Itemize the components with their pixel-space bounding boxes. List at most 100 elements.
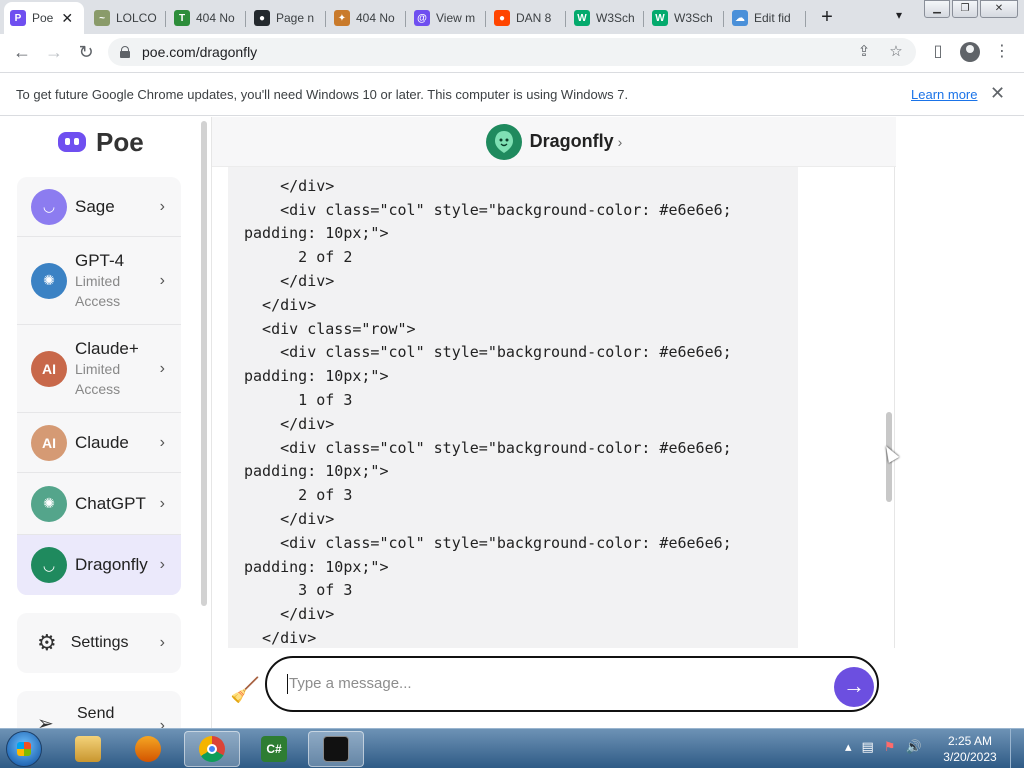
url-text[interactable]: poe.com/dragonfly — [142, 44, 257, 60]
browser-tab[interactable]: ● DAN 8 — [488, 4, 566, 32]
restore-button[interactable]: ❐ — [952, 0, 978, 18]
sidebar-bot-chatgpt[interactable]: ✺ ChatGPT › — [17, 473, 181, 535]
media-player-taskbar-icon[interactable] — [120, 731, 176, 767]
code-line: <div class="col" style="background-color… — [244, 533, 732, 552]
start-button[interactable] — [6, 731, 42, 767]
tab-title: LOLCO — [116, 11, 157, 25]
bot-names: GPT-4 Limited Access — [75, 251, 135, 311]
sidebar-scrollbar[interactable] — [201, 121, 207, 606]
chevron-right-icon: › — [159, 271, 165, 289]
browser-tab[interactable]: ☁ Edit fid — [726, 4, 806, 32]
send-feedback-button[interactable]: ➢ Send › — [17, 691, 181, 728]
reload-icon[interactable]: ↻ — [74, 40, 98, 64]
browser-tab[interactable]: W W3Sch — [568, 4, 644, 32]
tab-separator — [245, 11, 246, 27]
bot-names: Claude+ Limited Access — [75, 339, 139, 399]
forward-icon[interactable]: → — [42, 40, 66, 64]
bookmark-star-icon[interactable]: ☆ — [886, 42, 906, 62]
tab-close-icon[interactable]: ✕ — [61, 10, 73, 27]
tab-search-chevron-icon[interactable]: ▾ — [896, 8, 902, 22]
send-label: Send — [77, 705, 115, 722]
lock-icon[interactable] — [120, 46, 130, 58]
show-desktop-button[interactable] — [1010, 729, 1024, 768]
tab-favicon-icon: ✦ — [334, 10, 350, 26]
chat-header[interactable]: Dragonfly › — [212, 117, 896, 167]
explorer-taskbar-icon[interactable] — [60, 731, 116, 767]
settings-label: Settings — [70, 634, 129, 651]
bot-avatar-icon: ✺ — [31, 262, 67, 299]
infobar-message: To get future Google Chrome updates, you… — [16, 87, 629, 102]
bot-names: Sage — [75, 197, 115, 217]
code-line: <div class="col" style="background-color… — [244, 200, 732, 219]
minimize-button[interactable]: ▁ — [924, 0, 950, 18]
code-line: 1 of 2 — [244, 167, 352, 171]
chrome-taskbar-icon[interactable] — [184, 731, 240, 767]
bot-names: ChatGPT — [75, 494, 146, 514]
tab-favicon-icon: T — [174, 10, 190, 26]
system-tray: ▴ ▤ ⚑ 🔊 — [845, 739, 922, 755]
chevron-right-icon: › — [159, 634, 165, 651]
code-line: </div> — [244, 510, 335, 528]
profile-icon[interactable] — [958, 40, 982, 64]
bot-avatar-icon: AI — [31, 424, 67, 461]
message-input[interactable]: Type a message... → — [265, 656, 879, 712]
sidebar-bot-sage[interactable]: ◡ Sage › — [17, 177, 181, 237]
address-bar[interactable]: poe.com/dragonfly ⇪ ☆ — [108, 38, 916, 66]
browser-tab[interactable]: W W3Sch — [646, 4, 724, 32]
bot-access-note: Limited Access — [75, 272, 121, 309]
code-line: 2 of 2 — [244, 248, 353, 267]
sidebar-bot-claude-[interactable]: AI Claude+ Limited Access › — [17, 325, 181, 413]
tab-separator — [805, 11, 806, 27]
network-icon[interactable]: ▤ — [862, 739, 874, 755]
browser-tab[interactable]: ✦ 404 No — [328, 4, 406, 32]
cmd-taskbar-icon[interactable] — [308, 731, 364, 767]
code-line: padding: 10px;"> — [244, 557, 389, 576]
tab-favicon-icon: ☁ — [732, 10, 748, 26]
gear-icon: ⚙ — [37, 630, 57, 655]
code-line: padding: 10px;"> — [244, 367, 389, 386]
code-line: </div> — [244, 176, 335, 195]
chevron-right-icon: › — [159, 717, 165, 728]
side-panel-icon[interactable]: ▯ — [926, 40, 950, 64]
poe-logo-text: Poe — [96, 127, 144, 157]
poe-logo-icon — [56, 130, 88, 156]
clock[interactable]: 2:25 AM 3/20/2023 — [940, 733, 1000, 765]
chevron-right-icon: › — [159, 494, 165, 512]
menu-dots-icon[interactable]: ⋮ — [990, 40, 1014, 64]
bot-name: ChatGPT — [75, 493, 146, 513]
message-composer: 🧹 Type a message... → — [212, 648, 896, 728]
share-icon[interactable]: ⇪ — [854, 42, 874, 62]
window-close-button[interactable]: ✕ — [980, 0, 1018, 18]
action-center-icon[interactable]: ⚑ — [884, 739, 896, 755]
message-placeholder: Type a message... — [289, 675, 412, 692]
csharp-ide-taskbar-icon[interactable]: C# — [246, 731, 302, 767]
tab-title: Page n — [276, 11, 315, 25]
infobar-close-icon[interactable]: ✕ — [990, 83, 1005, 104]
learn-more-link[interactable]: Learn more — [911, 87, 977, 102]
browser-tab[interactable]: T 404 No — [168, 4, 246, 32]
sidebar-bot-claude[interactable]: AI Claude › — [17, 413, 181, 473]
code-line: padding: 10px;"> — [244, 224, 389, 243]
back-icon[interactable]: ← — [10, 40, 34, 64]
browser-tab[interactable]: P Poe ✕ — [4, 2, 84, 34]
chat-panel: Dragonfly › 1 of 2 </div> <div class="co… — [211, 117, 896, 728]
send-arrow-button[interactable]: → — [834, 667, 874, 707]
new-tab-button[interactable]: + — [816, 6, 838, 28]
tab-separator — [325, 11, 326, 27]
volume-icon[interactable]: 🔊 — [905, 739, 921, 755]
tray-expand-icon[interactable]: ▴ — [845, 739, 852, 755]
dragonfly-face-icon — [494, 130, 513, 153]
bot-names: Dragonfly — [75, 555, 148, 575]
code-block: 1 of 2 </div> <div class="col" style="ba… — [228, 167, 798, 648]
clear-context-broom-icon[interactable]: 🧹 — [230, 676, 260, 705]
sidebar-bot-dragonfly[interactable]: ◡ Dragonfly › — [17, 535, 181, 595]
browser-tab[interactable]: @ View m — [408, 4, 486, 32]
sidebar-bot-gpt-4[interactable]: ✺ GPT-4 Limited Access › — [17, 237, 181, 325]
poe-logo[interactable]: Poe — [56, 127, 144, 158]
browser-tab[interactable]: ● Page n — [248, 4, 326, 32]
chevron-right-icon: › — [159, 359, 165, 377]
settings-button[interactable]: ⚙ Settings › — [17, 613, 181, 673]
browser-tab[interactable]: ~ LOLCO — [88, 4, 166, 32]
code-line: </div> — [244, 629, 317, 647]
tab-favicon-icon: ~ — [94, 10, 110, 26]
